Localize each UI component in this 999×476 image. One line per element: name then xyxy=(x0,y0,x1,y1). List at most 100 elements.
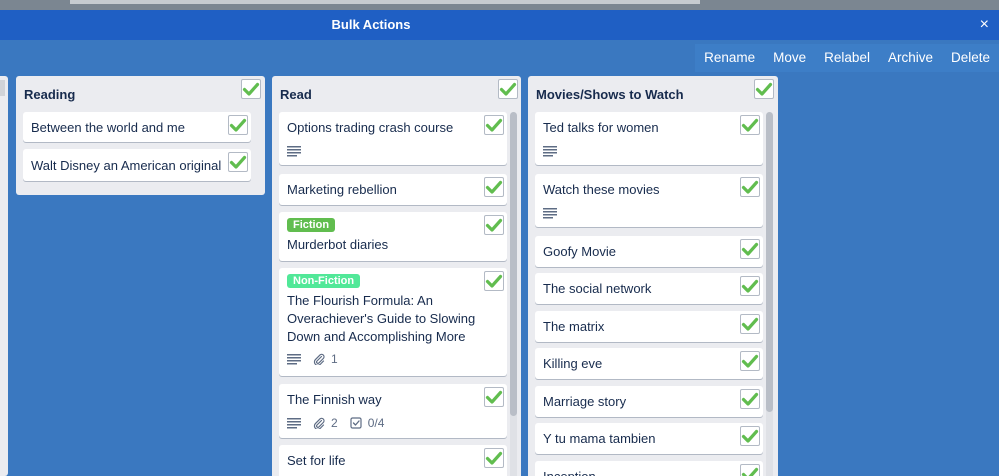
card[interactable]: Walt Disney an American original xyxy=(23,149,251,181)
card-select-checkbox[interactable] xyxy=(740,177,760,197)
card[interactable]: The matrix xyxy=(535,311,763,342)
list-title-reading: Reading xyxy=(24,87,76,102)
list-scrollbar-thumb[interactable] xyxy=(510,112,517,416)
relabel-button[interactable]: Relabel xyxy=(815,44,879,72)
card-title: Options trading crash course xyxy=(287,120,454,135)
actions-group: Rename Move Relabel Archive Delete xyxy=(695,44,999,72)
card-title: The matrix xyxy=(543,319,605,334)
card-select-checkbox[interactable] xyxy=(484,271,504,291)
description-icon xyxy=(543,145,557,157)
description-icon xyxy=(287,417,301,429)
card-badges: 1 xyxy=(287,352,350,366)
checkmark-icon xyxy=(741,178,759,196)
card-select-checkbox[interactable] xyxy=(484,387,504,407)
card[interactable]: The Finnish way 2 0/4 xyxy=(279,384,507,438)
card-badges xyxy=(287,144,313,158)
close-icon[interactable]: × xyxy=(980,10,989,40)
checkmark-icon xyxy=(485,178,503,196)
card-select-checkbox[interactable] xyxy=(484,215,504,235)
card[interactable]: Options trading crash course xyxy=(279,112,507,165)
checkmark-icon xyxy=(755,80,773,98)
list-scrollbar-thumb[interactable] xyxy=(766,112,773,412)
card[interactable]: Killing eve xyxy=(535,348,763,379)
checkmark-icon xyxy=(485,216,503,234)
top-strip-highlight xyxy=(70,0,700,4)
actions-toolbar: Rename Move Relabel Archive Delete xyxy=(0,40,999,76)
checkmark-icon xyxy=(741,465,759,476)
label-fiction: Fiction xyxy=(287,218,336,232)
card-title: The Finnish way xyxy=(287,392,382,407)
checkmark-icon xyxy=(485,449,503,467)
checkmark-icon xyxy=(485,116,503,134)
card-title: Killing eve xyxy=(543,356,603,371)
checkmark-icon xyxy=(242,80,260,98)
list-read: Read Options trading crash course Market… xyxy=(272,76,521,476)
checkmark-icon xyxy=(741,427,759,445)
move-button[interactable]: Move xyxy=(764,44,815,72)
description-icon xyxy=(287,353,301,365)
delete-button[interactable]: Delete xyxy=(942,44,999,72)
attachment-count: 1 xyxy=(331,352,338,366)
checklist-badge: 0/4 xyxy=(350,416,384,430)
card[interactable]: Marriage story xyxy=(535,386,763,417)
paperclip-icon xyxy=(313,353,325,365)
checkmark-icon xyxy=(485,272,503,290)
checklist-icon xyxy=(350,417,362,429)
list-title-read: Read xyxy=(280,87,312,102)
list-movies-shows: Movies/Shows to Watch Ted talks for wome… xyxy=(528,76,778,476)
card-title: Murderbot diaries xyxy=(287,237,389,252)
card-title: The Flourish Formula: An Overachiever's … xyxy=(287,293,476,344)
card[interactable]: Watch these movies xyxy=(535,174,763,227)
card[interactable]: Non-Fiction The Flourish Formula: An Ove… xyxy=(279,268,507,376)
rename-button[interactable]: Rename xyxy=(695,44,764,72)
card[interactable]: Marketing rebellion xyxy=(279,174,507,205)
card[interactable]: Goofy Movie xyxy=(535,236,763,267)
card[interactable]: Between the world and me xyxy=(23,112,251,142)
card-select-checkbox[interactable] xyxy=(740,314,760,334)
card[interactable]: Set for life xyxy=(279,445,507,476)
card-select-checkbox[interactable] xyxy=(740,115,760,135)
bulk-actions-bar: Bulk Actions × xyxy=(0,10,999,40)
card-select-checkbox[interactable] xyxy=(740,389,760,409)
checkmark-icon xyxy=(741,352,759,370)
card-badges xyxy=(543,144,569,158)
archive-button[interactable]: Archive xyxy=(879,44,942,72)
list-scrollbar[interactable] xyxy=(510,112,517,476)
card[interactable]: Y tu mama tambien xyxy=(535,423,763,454)
card-title: Y tu mama tambien xyxy=(543,431,656,446)
card-title: Ted talks for women xyxy=(543,120,659,135)
card[interactable]: Inception xyxy=(535,461,763,476)
card[interactable]: Ted talks for women xyxy=(535,112,763,165)
list-select-checkbox[interactable] xyxy=(754,79,774,99)
card-badges: 2 0/4 xyxy=(287,416,396,430)
bulk-actions-title: Bulk Actions xyxy=(331,17,411,32)
card-select-checkbox[interactable] xyxy=(484,177,504,197)
card-title: Marketing rebellion xyxy=(287,182,397,197)
card-select-checkbox[interactable] xyxy=(484,115,504,135)
card-select-checkbox[interactable] xyxy=(740,239,760,259)
card[interactable]: Fiction Murderbot diaries xyxy=(279,212,507,261)
card-select-checkbox[interactable] xyxy=(740,464,760,476)
card-select-checkbox[interactable] xyxy=(228,115,248,135)
card-select-checkbox[interactable] xyxy=(740,426,760,446)
card-select-checkbox[interactable] xyxy=(228,152,248,172)
card-title: Inception xyxy=(543,468,596,476)
card-select-checkbox[interactable] xyxy=(484,448,504,468)
card[interactable]: The social network xyxy=(535,273,763,304)
checkmark-icon xyxy=(741,390,759,408)
attachment-badge: 1 xyxy=(313,352,338,366)
list-select-checkbox[interactable] xyxy=(498,79,518,99)
checkmark-icon xyxy=(741,277,759,295)
list-scrollbar[interactable] xyxy=(766,112,773,476)
list-reading: Reading Between the world and me Walt Di… xyxy=(16,76,265,195)
checkmark-icon xyxy=(229,116,247,134)
label-non-fiction: Non-Fiction xyxy=(287,274,361,288)
card-title: Set for life xyxy=(287,453,346,468)
card-badges xyxy=(543,206,569,220)
browser-top-strip xyxy=(0,0,999,10)
card-title: Walt Disney an American original xyxy=(31,158,222,173)
card-select-checkbox[interactable] xyxy=(740,351,760,371)
card-title: Watch these movies xyxy=(543,182,660,197)
list-select-checkbox[interactable] xyxy=(241,79,261,99)
card-select-checkbox[interactable] xyxy=(740,276,760,296)
